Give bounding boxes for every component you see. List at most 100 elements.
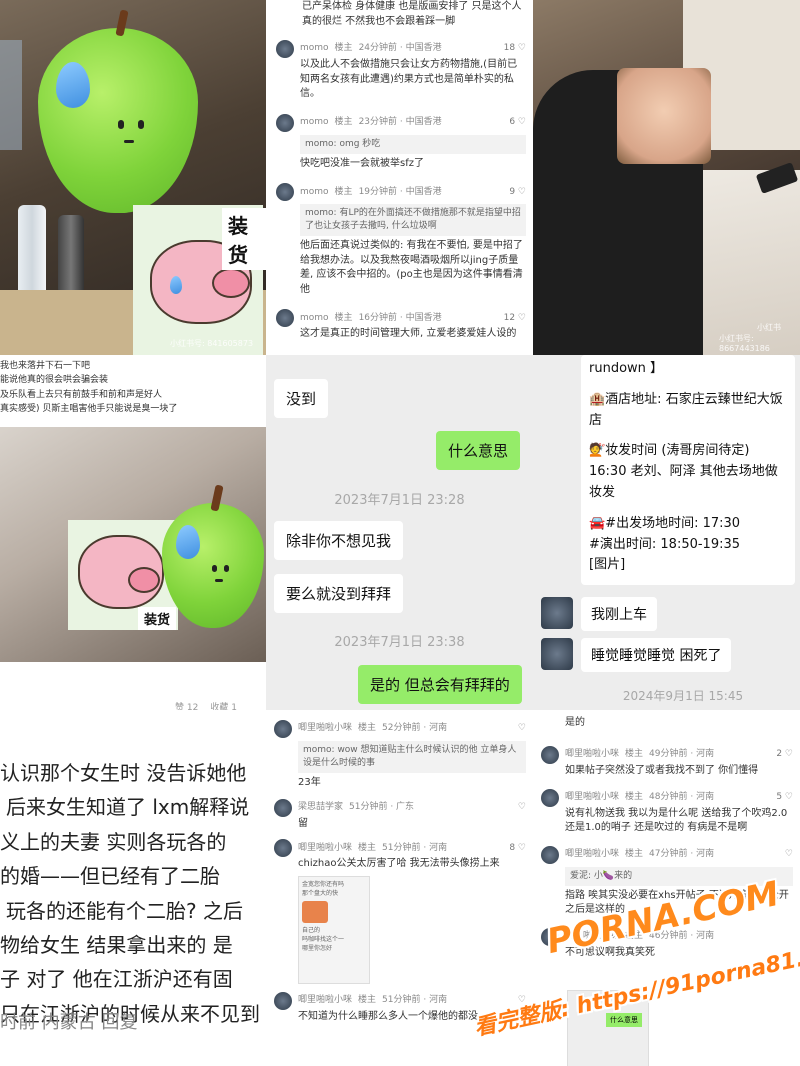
image-line: 金宽您你还有吗 — [302, 880, 345, 888]
schedule-line: 🏨酒店地址: 石家庄云臻世纪大饭店 — [589, 391, 783, 428]
comment-meta: 19分钟前 · 中国香港 — [358, 186, 442, 197]
face-sticker — [617, 68, 711, 164]
reply-quote: momo: wow 想知道贴主什么时候认识的他 立单身人设是什么时候的事 — [298, 741, 526, 774]
comment-meta: 51分钟前 · 河南 — [382, 842, 448, 853]
collect-button[interactable]: 收藏 1 — [210, 700, 237, 710]
avatar[interactable] — [276, 40, 294, 58]
comment-meta: 52分钟前 · 河南 — [382, 723, 448, 734]
chat-timestamp: 2024年9月1日 15:45 — [622, 689, 744, 703]
author-badge: 楼主 — [334, 186, 353, 197]
author-badge: 楼主 — [358, 723, 377, 734]
avatar[interactable] — [276, 113, 294, 132]
comment-author[interactable]: 唧里啪啦小咪 — [298, 994, 352, 1007]
author-badge: 楼主 — [334, 116, 353, 127]
comment-text: 23年 — [298, 777, 321, 789]
sticker-caption: 装货 — [138, 607, 177, 630]
top-text: 已产呆体检 身体健康 也是版画安排了 只是这个人真的很烂 不然我也不会跟着踩一脚 — [302, 1, 522, 27]
avatar[interactable] — [541, 746, 559, 764]
contact-avatar[interactable] — [541, 638, 573, 670]
author-badge: 楼主 — [625, 749, 644, 760]
author-badge: 楼主 — [358, 842, 377, 853]
comment-image[interactable]: 金宽您你还有吗 那个盘大的快 自己的 吗咖啡找这个一 哪里你怎好 — [298, 875, 370, 984]
text-line: 的婚——但已经有了二胎 — [0, 864, 220, 889]
like-count[interactable]: 8 ♡ — [509, 842, 526, 855]
comment-meta: 16分钟前 · 中国香港 — [358, 312, 442, 323]
avatar[interactable] — [276, 309, 294, 328]
text-line: 子 对了 他在江浙沪还有固 — [0, 967, 233, 992]
panel-top-left: 装货 小红书号: 841605873 — [0, 0, 266, 355]
like-icon[interactable]: ♡ — [785, 848, 793, 861]
comment-author[interactable]: 唧里啪啦小咪 — [298, 722, 352, 735]
comment-item: momo 楼主 24分钟前 · 中国香港 18 ♡ 以及此人不会做措施只会让女方… — [276, 40, 526, 102]
panel-top-right: 小红书 小红书号: 8667443186 — [533, 0, 800, 355]
comment-text: 快吃吧没准一会就被举sfz了 — [300, 157, 424, 169]
comment-author[interactable]: 唧里啪啦小咪 — [565, 848, 619, 861]
comment-meta: 24分钟前 · 中国香港 — [358, 43, 442, 54]
chat-bubble-me[interactable]: 什么意思 — [436, 431, 521, 470]
text-line: 物给女生 结果拿出来的 是 — [0, 932, 233, 957]
avatar[interactable] — [541, 845, 559, 864]
chat-bubble-them[interactable]: 除非你不想见我 — [274, 521, 404, 560]
schedule-line: 💇妆发时间 (涛哥房间待定) 16:30 老刘、阿泽 其他去场地做妆发 — [589, 443, 778, 500]
text-line: 义上的夫妻 实则各玩各的 — [0, 829, 227, 854]
comment-author[interactable]: momo — [300, 186, 329, 199]
avatar[interactable] — [274, 798, 292, 817]
post-text: 我也来落井下石一下吧 能说他真的很会哄会骗会装 及乐队看上去只有前鼓手和前和声是… — [0, 359, 266, 417]
author-badge: 楼主 — [334, 43, 353, 54]
avatar[interactable] — [274, 720, 292, 738]
contact-avatar[interactable] — [541, 597, 573, 629]
comment-footer[interactable]: 时前 内蒙古 回复 — [0, 1008, 137, 1034]
watermark-id: 小红书号: 841605873 — [170, 339, 254, 348]
schedule-card[interactable]: rundown 】 🏨酒店地址: 石家庄云臻世纪大饭店 💇妆发时间 (涛哥房间待… — [581, 355, 795, 585]
comment-author[interactable]: momo — [300, 312, 329, 325]
like-icon[interactable]: ♡ — [518, 801, 526, 814]
water-bottle — [18, 205, 46, 295]
post-line: 能说他真的很会哄会骗会装 — [0, 375, 109, 386]
chat-bubble-them[interactable]: 要么就没到拜拜 — [274, 574, 404, 613]
schedule-line: #演出时间: 18:50-19:35 — [589, 536, 741, 552]
text-line: 认识那个女生时 没告诉她他 — [0, 761, 247, 785]
comment-item: 梁思喆学家 51分钟前 · 广东 ♡ 留 — [274, 798, 526, 832]
comment-text: 说有礼物送我 我以为是什么呢 送给我了个吹鸡2.0还是1.0的哨子 还是吹过的 … — [565, 807, 788, 834]
chat-bubble-them[interactable]: 没到 — [274, 379, 329, 418]
like-count[interactable]: 5 ♡ — [776, 791, 793, 804]
like-count[interactable]: 12 ♡ — [504, 312, 526, 325]
like-count[interactable]: 2 ♡ — [776, 748, 793, 761]
comment-author[interactable]: 唧里啪啦小咪 — [565, 791, 619, 804]
schedule-line: 🚘#出发场地时间: 17:30 — [589, 515, 741, 531]
pig-sticker — [78, 535, 164, 609]
pear-sticker — [38, 9, 198, 213]
comment-text: 留 — [298, 817, 308, 829]
like-count[interactable]: 18 ♡ — [504, 42, 526, 55]
comment-author[interactable]: momo — [300, 116, 329, 129]
schedule-line: rundown 】 — [589, 361, 664, 376]
comment-tail: 是的 — [565, 717, 585, 728]
image-line: 自己的 — [302, 926, 321, 934]
like-button[interactable]: 赞 12 — [175, 700, 198, 710]
comment-meta: 47分钟前 · 河南 — [649, 848, 715, 859]
like-count[interactable]: 6 ♡ — [509, 116, 526, 129]
author-badge: 楼主 — [625, 848, 644, 859]
image-line: 吗咖啡找这个一 — [302, 935, 345, 943]
chat-bubble-them[interactable]: 我刚上车 — [581, 597, 657, 631]
comment-author[interactable]: 梁思喆学家 — [298, 801, 343, 814]
comment-item: momo 楼主 16分钟前 · 中国香港 12 ♡ 这才是真正的时间管理大师, … — [276, 309, 526, 342]
panel-top-middle: 已产呆体检 身体健康 也是版画安排了 只是这个人真的很烂 不然我也不会跟着踩一脚… — [266, 0, 533, 355]
comment-author[interactable]: 唧里啪啦小咪 — [565, 748, 619, 761]
image-thumbnail — [302, 900, 328, 923]
panel-middle-left: 我也来落井下石一下吧 能说他真的很会哄会骗会装 及乐队看上去只有前鼓手和前和声是… — [0, 355, 266, 710]
sweat-drop-icon — [176, 525, 200, 559]
chat-bubble-me[interactable]: 是的 但总会有拜拜的 — [358, 665, 522, 704]
schedule-line: [图片] — [589, 557, 626, 573]
like-icon[interactable]: ♡ — [518, 722, 526, 735]
comment-author[interactable]: 唧里啪啦小咪 — [298, 842, 352, 855]
comment-author[interactable]: momo — [300, 42, 329, 55]
avatar[interactable] — [274, 839, 292, 858]
avatar[interactable] — [274, 991, 292, 1010]
comment-item: momo 楼主 19分钟前 · 中国香港 9 ♡ momo: 有LP的在外面搞还… — [276, 183, 526, 297]
avatar[interactable] — [541, 788, 559, 807]
like-count[interactable]: 9 ♡ — [509, 186, 526, 199]
avatar[interactable] — [276, 183, 294, 202]
chat-bubble-them[interactable]: 睡觉睡觉睡觉 困死了 — [581, 638, 732, 672]
comment-item: momo 楼主 23分钟前 · 中国香港 6 ♡ momo: omg 秒吃 快吃… — [276, 113, 526, 172]
